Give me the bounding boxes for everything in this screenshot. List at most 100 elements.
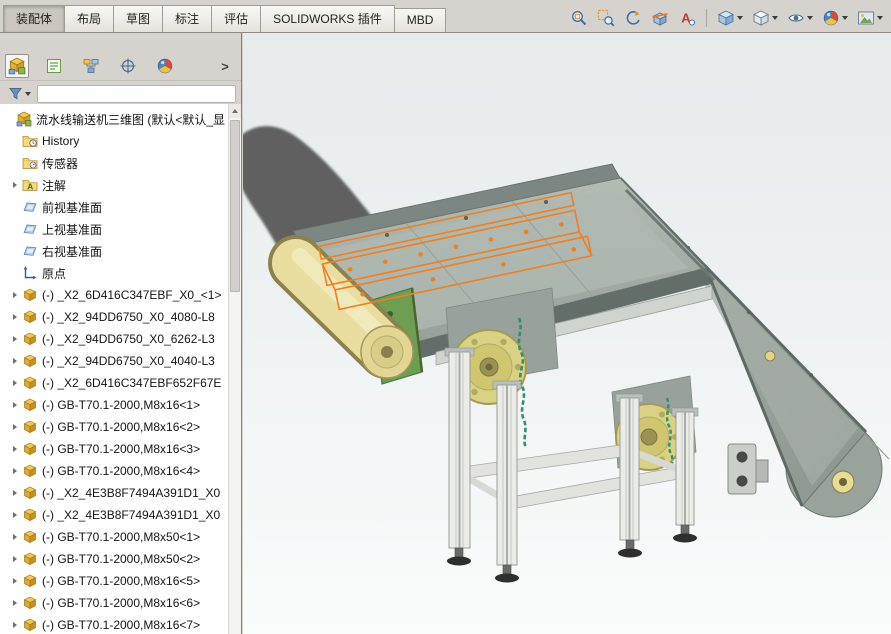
panel-tab-property-manager[interactable]	[42, 54, 66, 78]
tree-item-21[interactable]: (-) GB-T70.1-2000,M8x16<5>	[0, 570, 228, 592]
annotation-view-icon: A	[678, 9, 696, 27]
feature-tree-icon	[8, 57, 26, 75]
tree-item-18[interactable]: (-) _X2_4E3B8F7494A391D1_X0	[0, 504, 228, 526]
tree-item-2[interactable]: 传感器	[0, 152, 228, 174]
expand-arrow-icon[interactable]	[8, 292, 21, 298]
command-tab-evaluate[interactable]: 评估	[211, 5, 261, 32]
previous-view-button[interactable]	[622, 6, 644, 30]
dropdown-caret-icon[interactable]	[737, 16, 743, 20]
scroll-up-icon	[232, 109, 238, 113]
command-tab-sketch[interactable]: 草图	[113, 5, 163, 32]
command-tab-mbd[interactable]: MBD	[394, 8, 447, 32]
component-icon	[21, 331, 38, 347]
bearing-block[interactable]	[728, 444, 768, 494]
command-tab-assembly[interactable]: 装配体	[3, 5, 65, 32]
panel-tab-featuremanager-design-tree[interactable]	[5, 54, 29, 78]
dropdown-caret-icon[interactable]	[842, 16, 848, 20]
tree-item-label: (-) GB-T70.1-2000,M8x16<7>	[42, 618, 200, 632]
panel-tab-display-manager[interactable]	[153, 54, 177, 78]
tree-item-10[interactable]: (-) _X2_94DD6750_X0_6262-L3	[0, 328, 228, 350]
leveling-feet	[447, 525, 697, 583]
filter-funnel-button[interactable]	[6, 85, 33, 102]
component-icon	[21, 441, 38, 457]
tree-item-17[interactable]: (-) _X2_4E3B8F7494A391D1_X0	[0, 482, 228, 504]
tree-item-3[interactable]: A注解	[0, 174, 228, 196]
scroll-up-button[interactable]	[229, 104, 241, 118]
edit-appearance-button[interactable]	[820, 6, 850, 30]
dropdown-caret-icon[interactable]	[807, 16, 813, 20]
component-icon	[21, 595, 38, 611]
component-icon	[21, 419, 38, 435]
tree-item-9[interactable]: (-) _X2_94DD6750_X0_4080-L8	[0, 306, 228, 328]
expand-arrow-icon[interactable]	[8, 490, 21, 496]
expand-arrow-icon[interactable]	[8, 314, 21, 320]
component-icon	[21, 617, 38, 633]
expand-arrow-icon[interactable]	[8, 556, 21, 562]
tree-item-20[interactable]: (-) GB-T70.1-2000,M8x50<2>	[0, 548, 228, 570]
tree-item-12[interactable]: (-) _X2_6D416C347EBF652F67E	[0, 372, 228, 394]
tree-item-6[interactable]: 右视基准面	[0, 240, 228, 262]
dropdown-caret-icon[interactable]	[877, 16, 883, 20]
expand-arrow-icon[interactable]	[8, 578, 21, 584]
display-ball-icon	[156, 57, 174, 75]
zoom-to-fit-button[interactable]	[568, 6, 590, 30]
zoom-area-icon	[597, 9, 615, 27]
expand-arrow-icon[interactable]	[8, 512, 21, 518]
display-style-button[interactable]	[750, 6, 780, 30]
component-icon	[21, 353, 38, 369]
expand-arrow-icon[interactable]	[8, 402, 21, 408]
origin-icon	[21, 265, 38, 281]
expand-arrow-icon[interactable]	[8, 622, 21, 628]
tree-item-4[interactable]: 前视基准面	[0, 196, 228, 218]
tree-item-19[interactable]: (-) GB-T70.1-2000,M8x50<1>	[0, 526, 228, 548]
command-tab-markup[interactable]: 标注	[162, 5, 212, 32]
hide-show-items-button[interactable]	[785, 6, 815, 30]
dropdown-caret-icon[interactable]	[772, 16, 778, 20]
command-tab-layout[interactable]: 布局	[64, 5, 114, 32]
tree-item-label: 右视基准面	[42, 243, 102, 260]
zoom-to-area-button[interactable]	[595, 6, 617, 30]
annotation-view-button[interactable]: A	[676, 6, 698, 30]
view-orientation-button[interactable]	[715, 6, 745, 30]
panel-tab-strip: >	[0, 52, 241, 81]
section-view-button[interactable]	[649, 6, 671, 30]
tree-item-label: (-) _X2_94DD6750_X0_4040-L3	[42, 354, 215, 368]
tree-scrollbar[interactable]	[228, 104, 241, 634]
tree-item-8[interactable]: (-) _X2_6D416C347EBF_X0_<1>	[0, 284, 228, 306]
panel-tab-configuration-manager[interactable]	[79, 54, 103, 78]
tree-item-22[interactable]: (-) GB-T70.1-2000,M8x16<6>	[0, 592, 228, 614]
tree-item-0[interactable]: 流水线输送机三维图 (默认<默认_显	[0, 108, 228, 130]
expand-arrow-icon[interactable]	[8, 358, 21, 364]
tree-item-1[interactable]: History	[0, 130, 228, 152]
tree-item-11[interactable]: (-) _X2_94DD6750_X0_4040-L3	[0, 350, 228, 372]
expand-arrow-icon[interactable]	[8, 446, 21, 452]
expand-arrow-icon[interactable]	[8, 424, 21, 430]
expand-arrow-icon[interactable]	[8, 600, 21, 606]
component-icon	[21, 573, 38, 589]
expand-arrow-icon[interactable]	[8, 534, 21, 540]
3d-model-conveyor[interactable]	[243, 33, 891, 634]
tree-item-23[interactable]: (-) GB-T70.1-2000,M8x16<7>	[0, 614, 228, 634]
expand-arrow-icon[interactable]	[8, 182, 21, 188]
tree-item-label: (-) _X2_94DD6750_X0_4080-L8	[42, 310, 215, 324]
display-style-icon	[752, 9, 770, 27]
expand-arrow-icon[interactable]	[8, 380, 21, 386]
tree-item-label: (-) _X2_94DD6750_X0_6262-L3	[42, 332, 215, 346]
tree-item-16[interactable]: (-) GB-T70.1-2000,M8x16<4>	[0, 460, 228, 482]
filter-input[interactable]	[37, 85, 236, 103]
expand-arrow-icon[interactable]	[8, 336, 21, 342]
tree-item-13[interactable]: (-) GB-T70.1-2000,M8x16<1>	[0, 394, 228, 416]
section-view-icon	[651, 9, 669, 27]
panel-expand-chevron[interactable]: >	[217, 54, 233, 78]
graphics-area[interactable]	[243, 33, 891, 634]
tree-item-5[interactable]: 上视基准面	[0, 218, 228, 240]
tree-item-label: (-) GB-T70.1-2000,M8x50<2>	[42, 552, 200, 566]
command-tab-solidworks-addins[interactable]: SOLIDWORKS 插件	[260, 5, 395, 32]
apply-scene-button[interactable]	[855, 6, 885, 30]
tree-item-7[interactable]: 原点	[0, 262, 228, 284]
panel-tab-dimxpert-manager[interactable]	[116, 54, 140, 78]
tree-item-15[interactable]: (-) GB-T70.1-2000,M8x16<3>	[0, 438, 228, 460]
expand-arrow-icon[interactable]	[8, 468, 21, 474]
scrollbar-thumb[interactable]	[230, 120, 240, 292]
tree-item-14[interactable]: (-) GB-T70.1-2000,M8x16<2>	[0, 416, 228, 438]
